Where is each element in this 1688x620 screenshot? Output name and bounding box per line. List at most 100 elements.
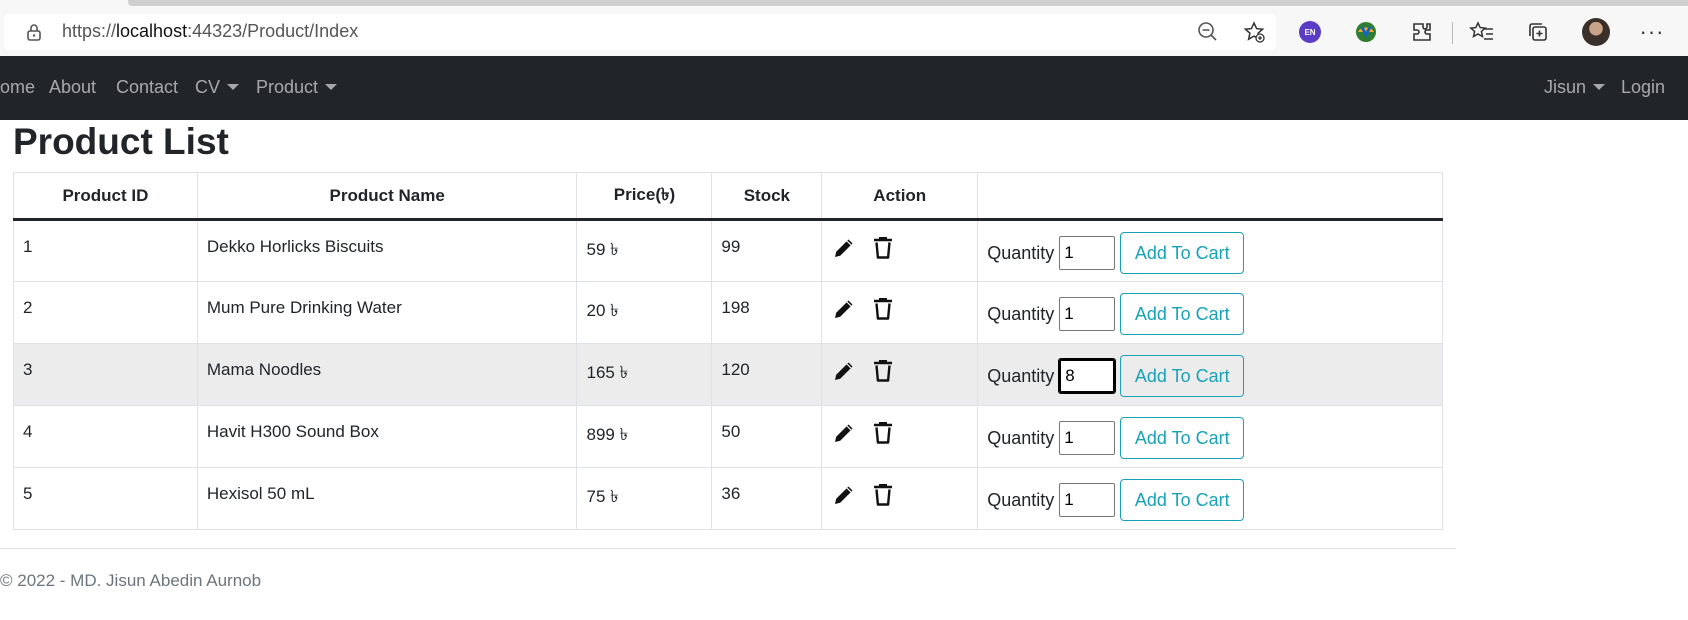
cell-add-to-cart: Quantity Add To Cart [977, 281, 1443, 344]
chevron-down-icon [227, 84, 240, 90]
delete-trash-icon[interactable] [870, 235, 896, 261]
page-title: Product List [13, 121, 229, 162]
quantity-input[interactable] [1059, 297, 1116, 331]
collections-icon[interactable] [1524, 18, 1552, 46]
edit-pencil-icon[interactable] [831, 358, 857, 384]
quantity-label: Quantity [987, 489, 1055, 510]
nav-home-link[interactable]: ome [0, 77, 35, 98]
cell-stock: 50 [711, 405, 823, 468]
header-action: Action [821, 172, 979, 221]
table-row: 2 Mum Pure Drinking Water 20 ৳ 198 Quant… [13, 281, 1443, 344]
browser-toolbar: https://localhost:44323/Product/Index EN… [0, 0, 1688, 56]
nav-cv-dropdown[interactable]: CV [195, 77, 240, 98]
cell-product-id: 3 [13, 343, 198, 406]
nav-product-dropdown[interactable]: Product [256, 77, 338, 98]
url-text[interactable]: https://localhost:44323/Product/Index [62, 21, 358, 42]
cell-product-id: 2 [13, 281, 198, 344]
footer-divider [0, 548, 1456, 549]
cell-product-name: Mama Noodles [196, 343, 578, 406]
cell-stock: 198 [711, 281, 823, 344]
delete-trash-icon[interactable] [870, 420, 896, 446]
cell-add-to-cart: Quantity Add To Cart [977, 219, 1443, 282]
tab-strip [128, 0, 1688, 6]
delete-trash-icon[interactable] [870, 358, 896, 384]
extensions-icon[interactable] [1408, 18, 1436, 46]
table-header-row: Product ID Product Name Price(৳) Stock A… [13, 172, 1443, 221]
quantity-input[interactable] [1059, 236, 1116, 270]
add-to-cart-button[interactable]: Add To Cart [1120, 293, 1245, 335]
nav-about-link[interactable]: About [49, 77, 96, 98]
toolbar-separator [1452, 22, 1453, 44]
quantity-input[interactable] [1059, 421, 1116, 455]
table-row: 3 Mama Noodles 165 ৳ 120 Quantity Add To… [13, 343, 1443, 406]
zoom-out-icon[interactable] [1196, 20, 1220, 44]
product-table: Product ID Product Name Price(৳) Stock A… [13, 172, 1443, 530]
quantity-input[interactable] [1059, 483, 1116, 517]
quantity-label: Quantity [987, 242, 1055, 263]
cell-product-id: 4 [13, 405, 198, 468]
header-price: Price(৳) [576, 172, 713, 221]
quantity-label: Quantity [987, 365, 1055, 386]
quantity-label: Quantity [987, 303, 1055, 324]
delete-trash-icon[interactable] [870, 296, 896, 322]
delete-trash-icon[interactable] [870, 482, 896, 508]
cell-add-to-cart: Quantity Add To Cart [977, 343, 1443, 406]
more-icon[interactable]: ··· [1638, 18, 1666, 46]
cell-stock: 99 [711, 219, 823, 282]
nav-contact-link[interactable]: Contact [116, 77, 178, 98]
table-row: 4 Havit H300 Sound Box 899 ৳ 50 Quantity… [13, 405, 1443, 468]
cell-actions [821, 343, 979, 406]
add-to-cart-button[interactable]: Add To Cart [1120, 232, 1245, 274]
add-to-cart-button[interactable]: Add To Cart [1120, 479, 1245, 521]
table-row: 5 Hexisol 50 mL 75 ৳ 36 Quantity Add To … [13, 467, 1443, 530]
lock-icon[interactable] [24, 22, 44, 42]
add-favorite-icon[interactable] [1242, 20, 1266, 44]
add-to-cart-button[interactable]: Add To Cart [1120, 355, 1245, 397]
cell-actions [821, 405, 979, 468]
chevron-down-icon [1593, 84, 1606, 90]
favorites-icon[interactable] [1468, 18, 1496, 46]
nav-user-label: Jisun [1544, 77, 1587, 97]
cell-price: 899 ৳ [576, 405, 713, 468]
edit-pencil-icon[interactable] [831, 235, 857, 261]
cell-product-name: Hexisol 50 mL [196, 467, 578, 530]
header-cart [977, 172, 1443, 221]
cell-actions [821, 281, 979, 344]
table-row: 1 Dekko Horlicks Biscuits 59 ৳ 99 Quanti… [13, 219, 1443, 282]
site-navbar: ome About Contact CV Product Jisun Login [0, 56, 1688, 120]
header-product-name: Product Name [196, 172, 578, 221]
cell-stock: 120 [711, 343, 823, 406]
edit-pencil-icon[interactable] [831, 420, 857, 446]
cell-add-to-cart: Quantity Add To Cart [977, 467, 1443, 530]
chevron-down-icon [325, 84, 338, 90]
cell-product-name: Havit H300 Sound Box [196, 405, 578, 468]
header-product-id: Product ID [13, 172, 198, 221]
cell-price: 59 ৳ [576, 219, 713, 282]
cell-product-id: 5 [13, 467, 198, 530]
cell-add-to-cart: Quantity Add To Cart [977, 405, 1443, 468]
edit-pencil-icon[interactable] [831, 296, 857, 322]
language-icon[interactable]: EN [1296, 18, 1324, 46]
cell-actions [821, 219, 979, 282]
cell-price: 165 ৳ [576, 343, 713, 406]
cell-product-name: Mum Pure Drinking Water [196, 281, 578, 344]
nav-cv-label: CV [195, 77, 221, 97]
quantity-label: Quantity [987, 427, 1055, 448]
edit-pencil-icon[interactable] [831, 482, 857, 508]
add-to-cart-button[interactable]: Add To Cart [1120, 417, 1245, 459]
cell-price: 20 ৳ [576, 281, 713, 344]
profile-avatar[interactable] [1582, 18, 1610, 46]
footer-copyright: © 2022 - MD. Jisun Abedin Aurnob [0, 571, 262, 590]
quantity-input[interactable] [1058, 358, 1117, 394]
address-bar[interactable]: https://localhost:44323/Product/Index [4, 14, 1276, 50]
cell-price: 75 ৳ [576, 467, 713, 530]
download-manager-icon[interactable] [1352, 18, 1380, 46]
header-stock: Stock [711, 172, 823, 221]
cell-actions [821, 467, 979, 530]
cell-product-name: Dekko Horlicks Biscuits [196, 219, 578, 282]
cell-product-id: 1 [13, 219, 198, 282]
cell-stock: 36 [711, 467, 823, 530]
nav-product-label: Product [256, 77, 319, 97]
nav-login-link[interactable]: Login [1621, 77, 1665, 98]
nav-user-dropdown[interactable]: Jisun [1544, 77, 1606, 98]
